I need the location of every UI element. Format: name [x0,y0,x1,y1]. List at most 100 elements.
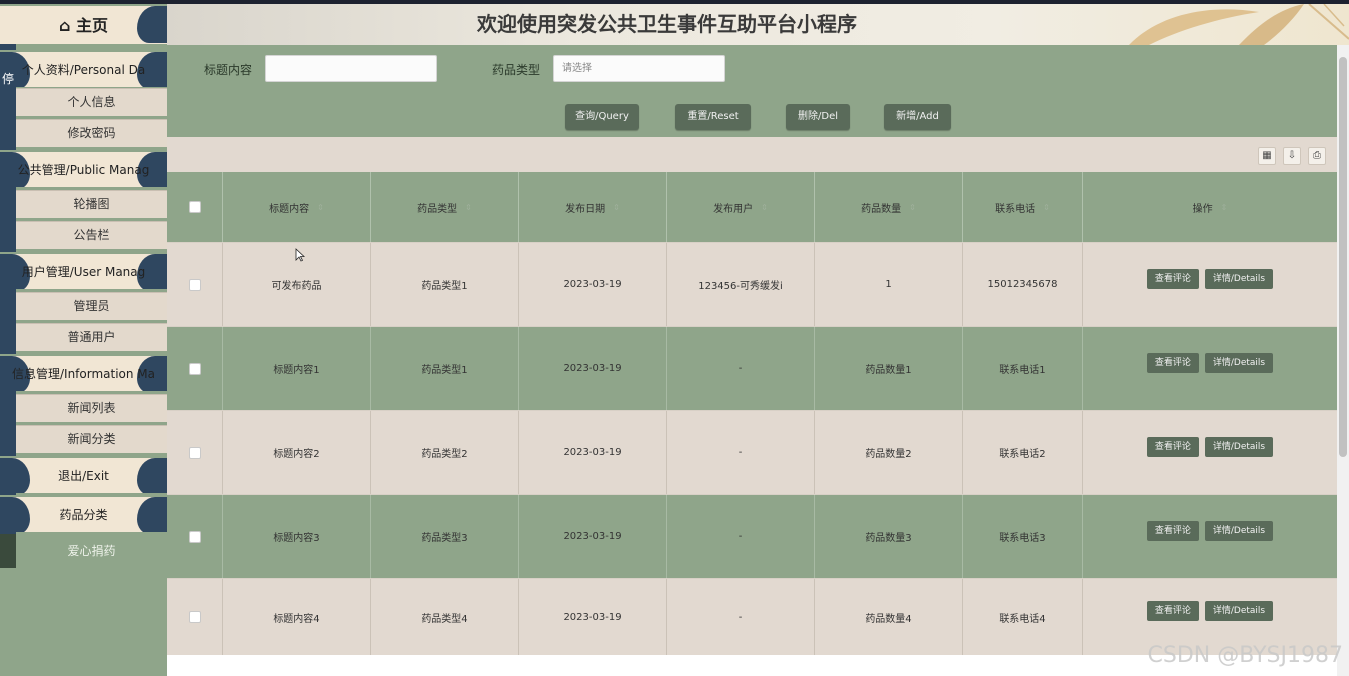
col-header-label: 发布日期 [565,203,606,215]
cell-quantity: 药品数量2 [815,411,963,494]
sidebar-item-notice[interactable]: 公告栏 [16,221,167,249]
sidebar-group-personal[interactable]: 个人资料/Personal Da [0,50,167,87]
sidebar-item-donate[interactable]: 爱心捐药 [16,536,167,566]
cell-type: 药品类型1 [371,327,519,410]
home-icon: ⌂ [58,16,76,35]
sidebar-group-info[interactable]: 信息管理/Information Ma [0,354,167,391]
view-comments-button[interactable]: 查看评论 [1146,436,1199,457]
sort-icon: ⇕ [909,202,916,212]
query-button[interactable]: 查询/Query [565,104,639,130]
row-checkbox[interactable] [188,362,201,375]
wave-decoration [137,497,167,532]
col-header-phone[interactable]: 联系电话 ⇕ [963,172,1083,242]
col-header-label: 药品数量 [861,203,902,215]
delete-button[interactable]: 删除/Del [786,104,850,130]
cell-actions: 查看评论 详情/Details [1083,237,1337,320]
row-checkbox[interactable] [188,278,201,291]
sidebar-item-news-category[interactable]: 新闻分类 [16,425,167,453]
details-button[interactable]: 详情/Details [1204,268,1274,289]
sidebar-medicine-category[interactable]: 药品分类 [0,495,167,532]
row-checkbox-cell [167,411,223,494]
cell-type: 药品类型2 [371,411,519,494]
table-header-row: 标题内容 ⇕ 药品类型 ⇕ 发布日期 ⇕ 发布用户 ⇕ 药品数量 ⇕ 联系电话 ⇕ 操作 ⇕ [167,172,1337,243]
sidebar-home[interactable]: ⌂ 主页 [0,4,167,44]
search-panel: 标题内容 药品类型 请选择 查询/Query 重置/Reset 删除/Del 新… [167,45,1337,137]
sidebar-medicine-category-label: 药品分类 [59,508,108,522]
sidebar-group-public[interactable]: 公共管理/Public Manag [0,150,167,187]
row-checkbox[interactable] [188,611,201,623]
title-input[interactable] [265,55,437,82]
cell-date: 2023-03-19 [519,243,667,326]
header-checkbox-cell [167,172,223,242]
row-checkbox[interactable] [188,446,201,459]
cell-quantity: 药品数量3 [815,495,963,578]
sidebar-logout-label: 退出/Exit [58,469,109,483]
details-button[interactable]: 详情/Details [1204,601,1274,621]
col-header-label: 操作 [1192,203,1213,215]
details-button[interactable]: 详情/Details [1204,352,1274,373]
cell-date: 2023-03-19 [519,495,667,578]
table-row: 标题内容3 药品类型3 2023-03-19 - 药品数量3 联系电话3 查看评… [167,495,1337,579]
vertical-scrollbar[interactable] [1337,45,1349,676]
cell-type: 药品类型1 [371,243,519,326]
sidebar-item-personal-info[interactable]: 个人信息 [16,88,167,116]
col-header-type[interactable]: 药品类型 ⇕ [371,172,519,242]
cell-user: 123456-可秀缓发i [667,243,815,326]
print-icon[interactable]: ⎙ [1308,147,1326,165]
details-button[interactable]: 详情/Details [1204,520,1274,541]
cell-phone: 联系电话1 [963,327,1083,410]
col-header-label: 药品类型 [417,203,458,215]
type-select[interactable]: 请选择 [553,55,725,82]
wave-decoration [137,458,167,493]
col-header-title[interactable]: 标题内容 ⇕ [223,172,371,242]
reset-button[interactable]: 重置/Reset [675,104,751,130]
sort-icon: ⇕ [1220,202,1228,212]
cell-date: 2023-03-19 [519,327,667,410]
cell-actions: 查看评论 详情/Details [1083,321,1337,404]
cell-user: - [667,495,815,578]
col-header-label: 发布用户 [713,203,754,215]
select-all-checkbox[interactable] [188,201,201,213]
view-comments-button[interactable]: 查看评论 [1146,352,1199,373]
sidebar-logout[interactable]: 退出/Exit [0,456,167,493]
view-comments-button[interactable]: 查看评论 [1146,520,1199,541]
details-button[interactable]: 详情/Details [1204,436,1274,457]
title-label: 标题内容 [204,63,253,77]
cell-quantity: 1 [815,243,963,326]
cell-title: 标题内容3 [223,495,371,578]
export-icon[interactable]: ⇩ [1283,147,1301,165]
sidebar-group-label: 个人资料/Personal Da [21,63,146,77]
sort-icon: ⇕ [761,202,768,212]
sidebar-item-change-password[interactable]: 修改密码 [16,119,167,147]
view-comments-button[interactable]: 查看评论 [1146,601,1199,621]
column-toggle-icon[interactable]: ▦ [1258,147,1276,165]
col-header-quantity[interactable]: 药品数量 ⇕ [815,172,963,242]
cell-quantity: 药品数量1 [815,327,963,410]
sidebar-home-label: 主页 [76,16,109,35]
sidebar-group-user[interactable]: 用户管理/User Manag [0,252,167,289]
cell-user: - [667,579,815,655]
header: 欢迎使用突发公共卫生事件互助平台小程序 [167,4,1349,45]
add-button[interactable]: 新增/Add [884,104,951,130]
sort-icon: ⇕ [317,202,324,212]
wave-decoration [0,497,30,532]
sort-icon: ⇕ [613,202,620,212]
sidebar-group-label: 公共管理/Public Manag [17,163,150,177]
sidebar-item-admin[interactable]: 管理员 [16,292,167,320]
row-checkbox[interactable] [188,530,201,543]
table-row: 可发布药品 药品类型1 2023-03-19 123456-可秀缓发i 1 15… [167,243,1337,327]
cell-type: 药品类型4 [371,579,519,655]
scrollbar-thumb[interactable] [1339,57,1347,457]
wave-decoration [0,458,30,493]
sidebar-item-carousel[interactable]: 轮播图 [16,190,167,218]
table-row: 标题内容2 药品类型2 2023-03-19 - 药品数量2 联系电话2 查看评… [167,411,1337,495]
view-comments-button[interactable]: 查看评论 [1146,268,1199,289]
col-header-user[interactable]: 发布用户 ⇕ [667,172,815,242]
cell-actions: 查看评论 详情/Details [1083,489,1337,572]
sidebar-decoration-strip [0,534,16,568]
cell-phone: 15012345678 [963,243,1083,326]
cell-quantity: 药品数量4 [815,579,963,655]
col-header-date[interactable]: 发布日期 ⇕ [519,172,667,242]
sidebar-item-normal-user[interactable]: 普通用户 [16,323,167,351]
sidebar-item-news-list[interactable]: 新闻列表 [16,394,167,422]
